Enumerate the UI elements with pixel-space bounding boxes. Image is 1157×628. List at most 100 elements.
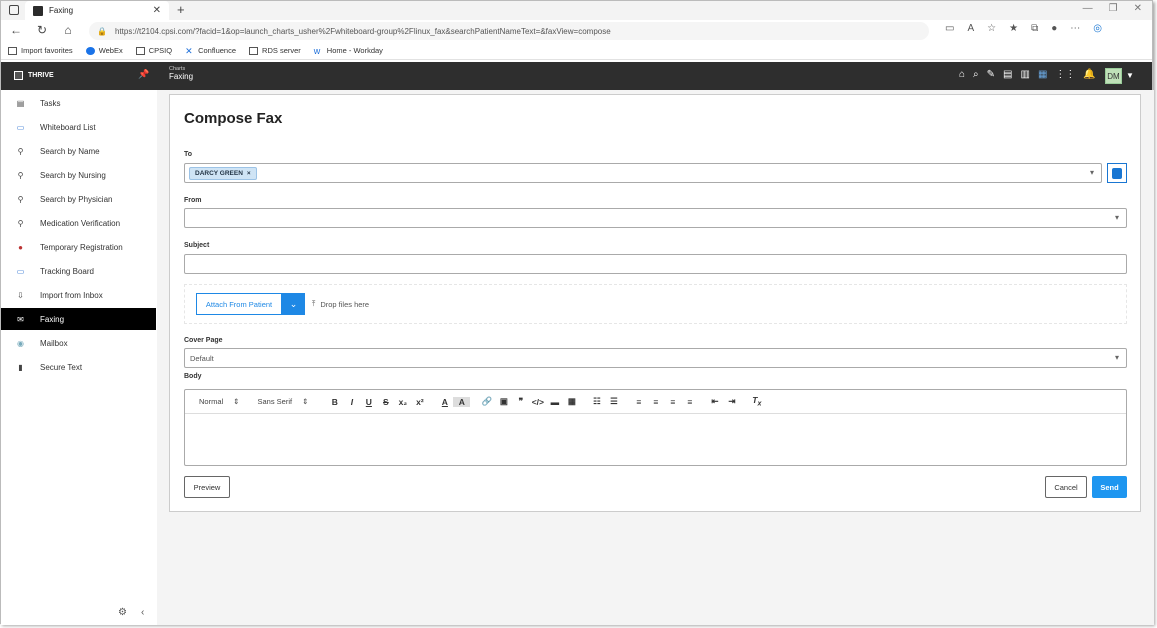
sidebar-item-secure-text[interactable]: ▮ Secure Text bbox=[1, 356, 156, 378]
cancel-button[interactable]: Cancel bbox=[1045, 476, 1087, 498]
align-center-icon[interactable]: ≡ bbox=[647, 397, 664, 407]
extension-icon[interactable]: ◎ bbox=[1093, 23, 1102, 34]
align-right-icon[interactable]: ≡ bbox=[664, 397, 681, 407]
settings-gear-icon[interactable]: ⚙ bbox=[118, 607, 127, 618]
bookmark-cpsiq[interactable]: CPSIQ bbox=[135, 46, 172, 55]
attach-options-dropdown[interactable]: ⌄ bbox=[282, 293, 305, 315]
outdent-icon[interactable]: ⇤ bbox=[706, 396, 723, 407]
chevron-down-icon[interactable]: ▾ bbox=[1090, 168, 1094, 177]
bookmark-import-favorites[interactable]: Import favorites bbox=[8, 46, 73, 55]
contact-lookup-button[interactable] bbox=[1107, 163, 1127, 183]
bookmark-webex[interactable]: WebEx bbox=[85, 46, 123, 55]
preview-button[interactable]: Preview bbox=[184, 476, 230, 498]
bullet-list-icon[interactable]: ☰ bbox=[605, 396, 622, 407]
document-icon[interactable]: ▥ bbox=[1021, 69, 1030, 80]
database-icon[interactable]: ▦ bbox=[1038, 69, 1047, 80]
indent-icon[interactable]: ⇥ bbox=[723, 396, 740, 407]
clipboard-icon[interactable]: ▤ bbox=[1003, 69, 1012, 80]
chevron-down-icon[interactable]: ▾ bbox=[1115, 213, 1119, 222]
add-favorite-icon[interactable]: ☆ bbox=[987, 23, 996, 34]
cover-page-label: Cover Page bbox=[184, 337, 223, 344]
minimize-icon[interactable]: — bbox=[1083, 3, 1093, 14]
browser-tab[interactable]: Faxing ✕ bbox=[25, 1, 169, 20]
tab-close-icon[interactable]: ✕ bbox=[153, 5, 161, 16]
image-icon[interactable]: ▣ bbox=[495, 396, 512, 407]
attachment-dropzone[interactable]: Attach From Patient ⌄ ⤒ Drop files here bbox=[184, 284, 1127, 324]
sidebar-item-medication-verification[interactable]: ⚲ Medication Verification bbox=[1, 212, 156, 234]
font-size-select[interactable]: Normal ⇕ bbox=[199, 397, 239, 406]
more-icon[interactable]: ⋯ bbox=[1070, 23, 1080, 34]
restore-icon[interactable]: ❐ bbox=[1109, 3, 1118, 14]
app-toolbar: ⌂ ⌕ ✎ ▤ ▥ ▦ ⋮⋮ 🔔 bbox=[959, 69, 1096, 80]
underline-icon[interactable]: U bbox=[360, 397, 377, 407]
phone-icon: ▮ bbox=[18, 362, 23, 372]
refresh-icon[interactable]: ↻ bbox=[31, 23, 53, 37]
bookmark-confluence[interactable]: ✕ Confluence bbox=[185, 46, 236, 55]
strikethrough-icon[interactable]: S bbox=[377, 397, 394, 407]
apps-grid-icon[interactable]: ⋮⋮ bbox=[1055, 69, 1075, 80]
collections-icon[interactable]: ⧉ bbox=[1031, 23, 1038, 34]
blockquote-icon[interactable]: ❞ bbox=[512, 396, 529, 407]
edit-icon[interactable]: ✎ bbox=[987, 69, 995, 80]
cover-page-select[interactable]: Default ▾ bbox=[184, 348, 1127, 368]
sidebar-item-tasks[interactable]: ▤ Tasks bbox=[1, 92, 156, 114]
app-available-icon[interactable]: ▭ bbox=[945, 23, 954, 34]
tab-actions-icon[interactable] bbox=[9, 5, 19, 15]
bold-icon[interactable]: B bbox=[326, 397, 343, 407]
read-aloud-icon[interactable]: A bbox=[967, 23, 974, 34]
sidebar-item-search-by-nursing[interactable]: ⚲ Search by Nursing bbox=[1, 164, 156, 186]
clear-formatting-icon[interactable]: Tx bbox=[748, 395, 765, 408]
back-icon[interactable]: ← bbox=[5, 23, 27, 37]
link-icon[interactable]: 🔗 bbox=[478, 396, 495, 407]
from-select[interactable]: ▾ bbox=[184, 208, 1127, 228]
code-icon[interactable]: </> bbox=[529, 397, 546, 407]
send-button[interactable]: Send bbox=[1092, 476, 1127, 498]
font-family-select[interactable]: Sans Serif ⇕ bbox=[257, 397, 308, 406]
bookmark-workday[interactable]: w Home - Workday bbox=[314, 46, 383, 55]
ordered-list-icon[interactable]: ☷ bbox=[588, 396, 605, 407]
align-justify-icon[interactable]: ≡ bbox=[681, 397, 698, 407]
window-close-icon[interactable]: ✕ bbox=[1134, 3, 1142, 14]
highlight-color-icon[interactable]: A bbox=[453, 396, 471, 407]
sidebar-item-whiteboard-list[interactable]: ▭ Whiteboard List bbox=[1, 116, 156, 138]
body-label: Body bbox=[184, 373, 202, 380]
url-field[interactable]: 🔒 https://t2104.cpsi.com/?facid=1&op=lau… bbox=[89, 22, 929, 40]
logo-text: THRIVE bbox=[28, 72, 54, 79]
bookmark-rds-server[interactable]: RDS server bbox=[249, 46, 301, 55]
chevron-down-icon[interactable]: ▾ bbox=[1115, 353, 1119, 362]
subject-input[interactable] bbox=[184, 254, 1127, 274]
recipient-chip[interactable]: DARCY GREEN × bbox=[189, 167, 257, 180]
fax-icon: ✉ bbox=[17, 314, 24, 324]
attach-from-patient-button[interactable]: Attach From Patient bbox=[196, 293, 282, 315]
new-tab-icon[interactable]: + bbox=[177, 2, 185, 17]
notifications-icon[interactable]: 🔔 bbox=[1083, 69, 1095, 80]
favorites-icon[interactable]: ★ bbox=[1009, 23, 1018, 34]
horizontal-rule-icon[interactable]: ▬ bbox=[546, 397, 563, 407]
home-icon[interactable]: ⌂ bbox=[57, 23, 79, 37]
superscript-icon[interactable]: x² bbox=[411, 397, 428, 407]
collapse-sidebar-icon[interactable]: ‹ bbox=[141, 607, 144, 618]
align-left-icon[interactable]: ≡ bbox=[630, 397, 647, 407]
sidebar-item-temporary-registration[interactable]: ● Temporary Registration bbox=[1, 236, 156, 258]
drop-files-text: Drop files here bbox=[320, 299, 370, 309]
search-icon[interactable]: ⌕ bbox=[973, 69, 979, 80]
home-icon[interactable]: ⌂ bbox=[959, 69, 965, 80]
sidebar-item-search-by-name[interactable]: ⚲ Search by Name bbox=[1, 140, 156, 162]
text-color-icon[interactable]: A bbox=[436, 397, 453, 407]
remove-recipient-icon[interactable]: × bbox=[247, 170, 251, 177]
profile-icon[interactable]: ● bbox=[1051, 23, 1057, 34]
user-menu-caret-icon[interactable]: ▼ bbox=[1126, 71, 1134, 80]
body-textarea[interactable] bbox=[185, 415, 1126, 466]
sidebar-item-import-from-inbox[interactable]: ⇩ Import from Inbox bbox=[1, 284, 156, 306]
to-field[interactable]: DARCY GREEN × ▾ bbox=[184, 163, 1102, 183]
avatar[interactable]: DM bbox=[1105, 68, 1122, 84]
pin-icon[interactable]: 📌 bbox=[138, 69, 149, 80]
subscript-icon[interactable]: x₂ bbox=[394, 397, 411, 407]
sidebar-item-tracking-board[interactable]: ▭ Tracking Board bbox=[1, 260, 156, 282]
table-icon[interactable]: ▦ bbox=[563, 396, 580, 407]
workday-icon: w bbox=[313, 45, 321, 56]
italic-icon[interactable]: I bbox=[343, 397, 360, 407]
sidebar-item-search-by-physician[interactable]: ⚲ Search by Physician bbox=[1, 188, 156, 210]
sidebar-item-mailbox[interactable]: ◉ Mailbox bbox=[1, 332, 156, 354]
sidebar-item-faxing[interactable]: ✉ Faxing bbox=[1, 308, 156, 330]
